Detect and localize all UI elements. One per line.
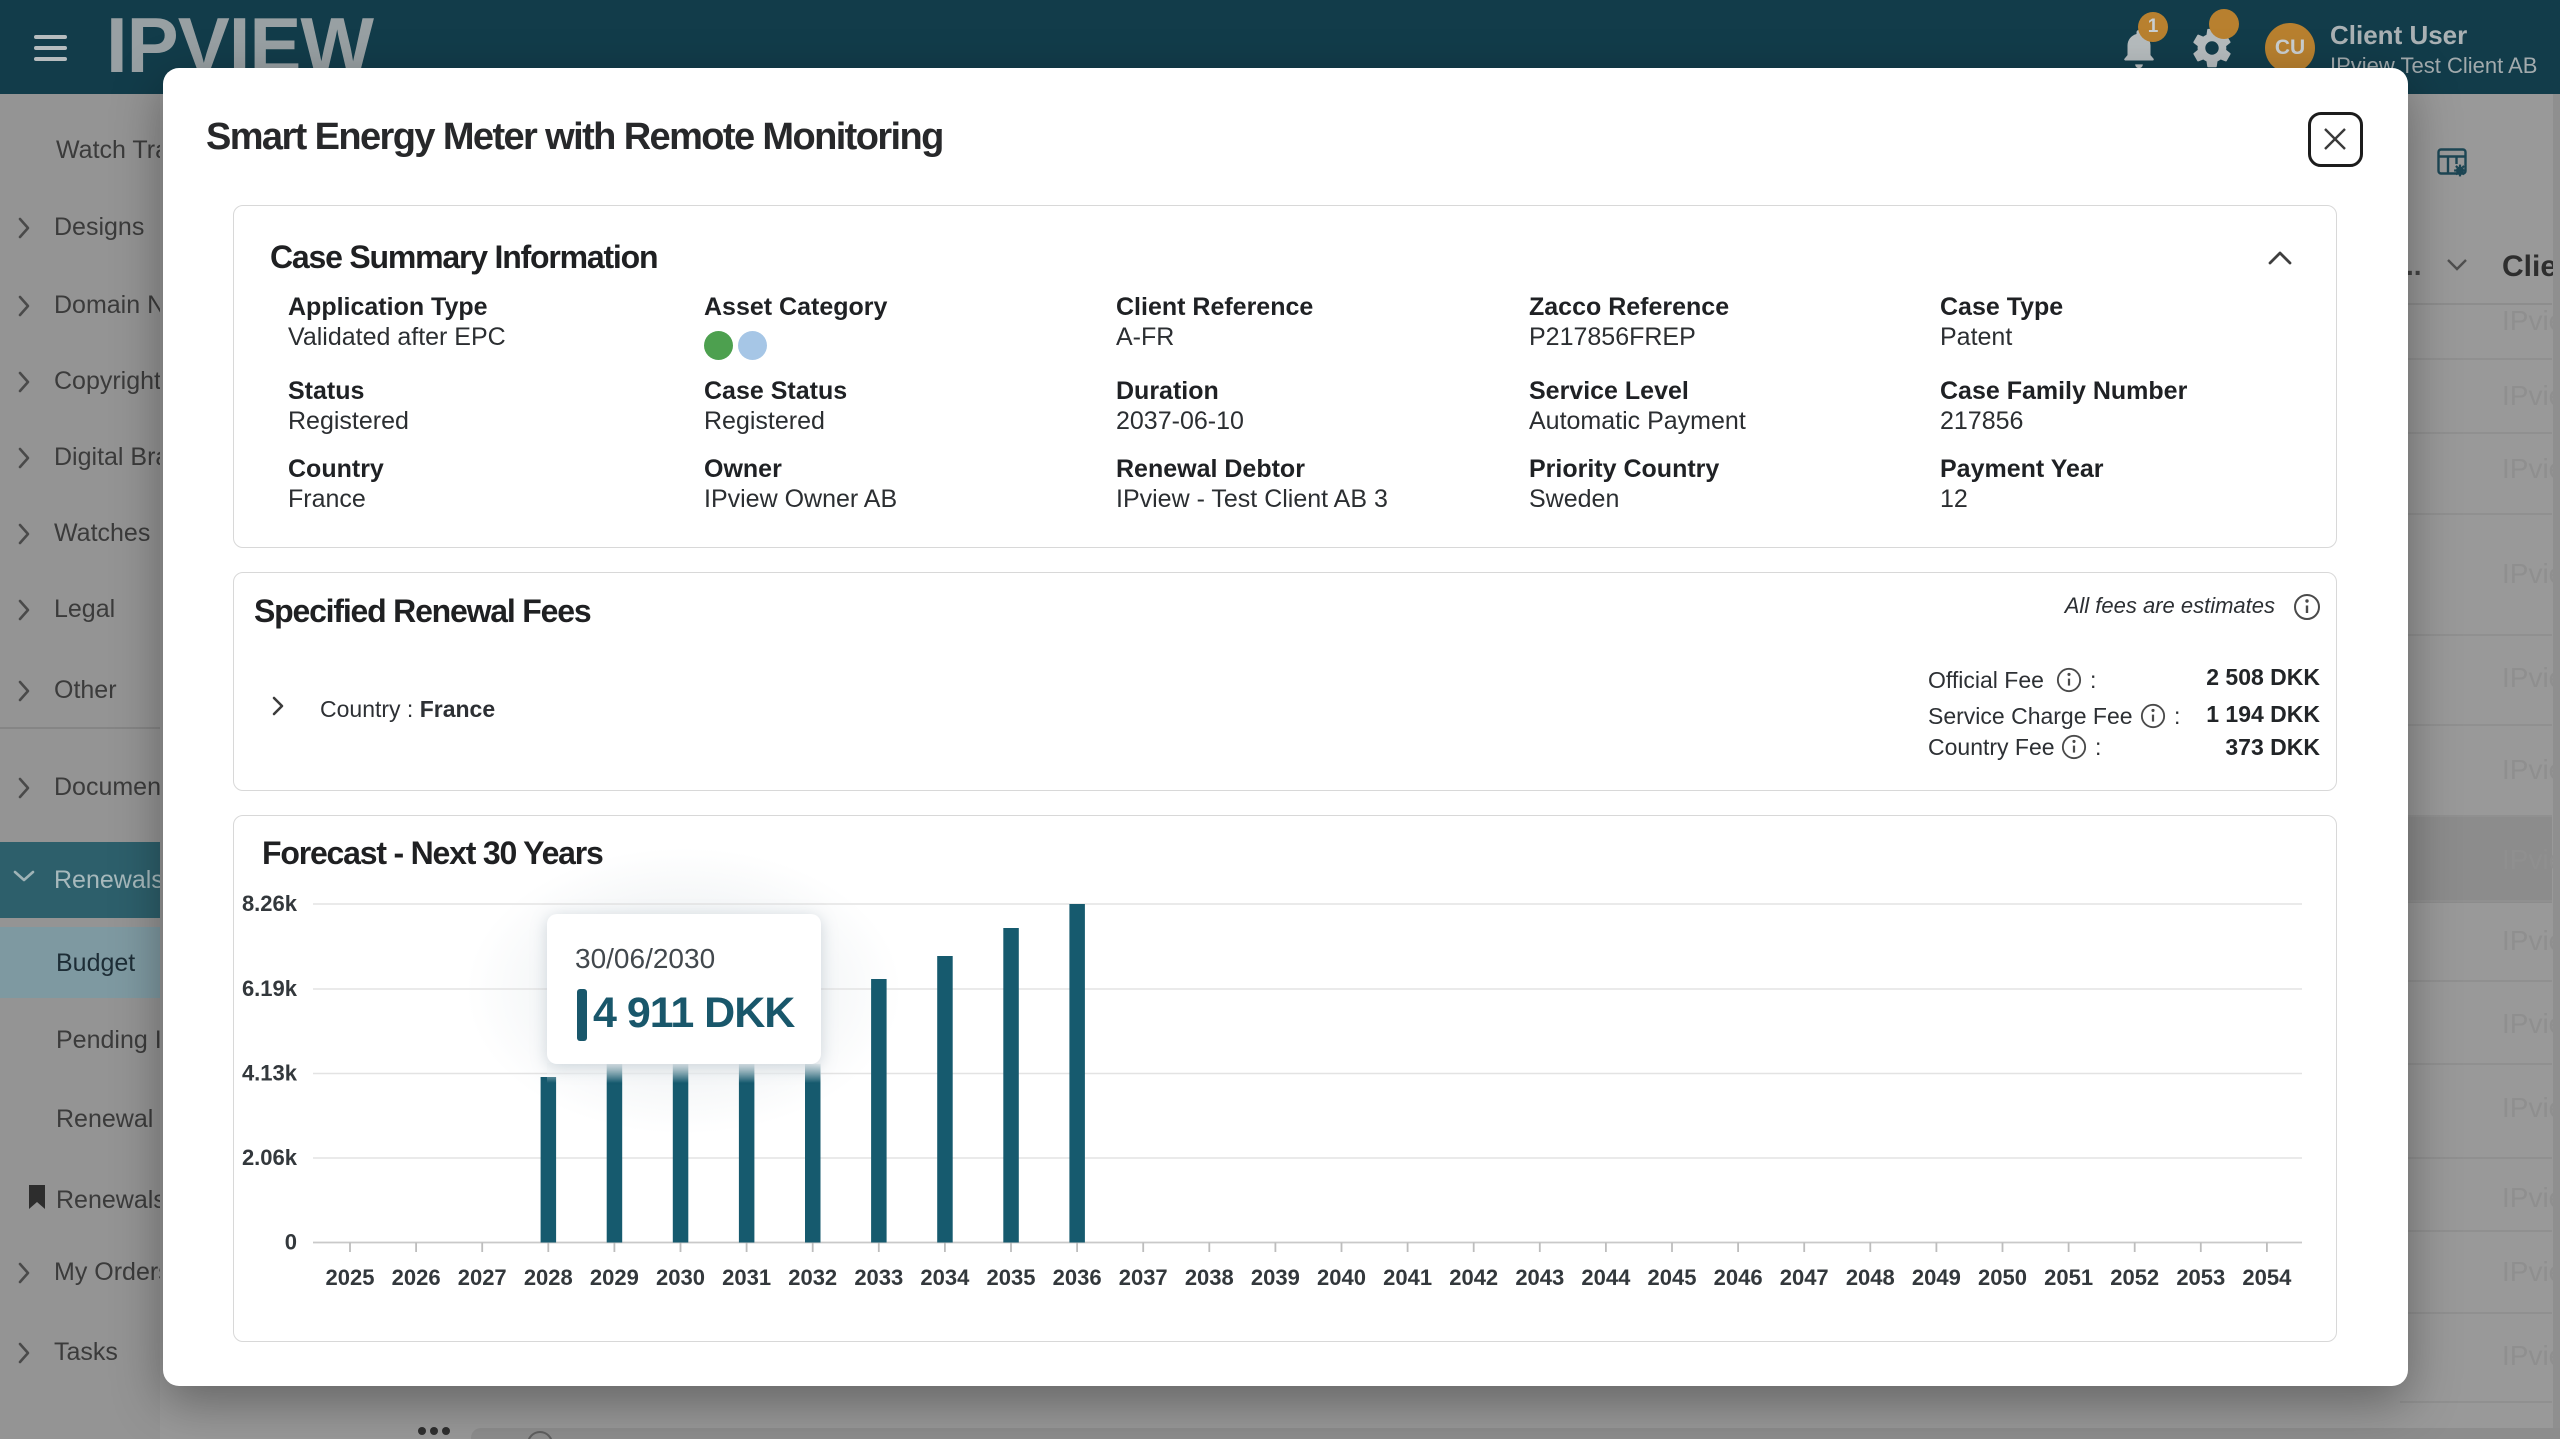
svg-text:4.13k: 4.13k bbox=[242, 1061, 298, 1086]
svg-text:2045: 2045 bbox=[1648, 1265, 1697, 1290]
svg-text:2025: 2025 bbox=[326, 1265, 375, 1290]
svg-text:0: 0 bbox=[285, 1230, 297, 1255]
svg-text:6.19k: 6.19k bbox=[242, 976, 298, 1001]
svg-text:2041: 2041 bbox=[1383, 1265, 1432, 1290]
svg-text:2053: 2053 bbox=[2176, 1265, 2225, 1290]
svg-text:2.06k: 2.06k bbox=[242, 1145, 298, 1170]
svg-text:2026: 2026 bbox=[392, 1265, 441, 1290]
svg-text:2054: 2054 bbox=[2242, 1265, 2292, 1290]
svg-text:2037: 2037 bbox=[1119, 1265, 1168, 1290]
svg-text:2040: 2040 bbox=[1317, 1265, 1366, 1290]
svg-text:2032: 2032 bbox=[788, 1265, 837, 1290]
svg-text:2038: 2038 bbox=[1185, 1265, 1234, 1290]
svg-text:8.26k: 8.26k bbox=[242, 891, 298, 916]
svg-text:2044: 2044 bbox=[1581, 1265, 1631, 1290]
svg-text:2042: 2042 bbox=[1449, 1265, 1498, 1290]
svg-text:2036: 2036 bbox=[1053, 1265, 1102, 1290]
svg-text:2050: 2050 bbox=[1978, 1265, 2027, 1290]
svg-text:2049: 2049 bbox=[1912, 1265, 1961, 1290]
svg-text:2051: 2051 bbox=[2044, 1265, 2093, 1290]
svg-text:2047: 2047 bbox=[1780, 1265, 1829, 1290]
svg-text:2033: 2033 bbox=[854, 1265, 903, 1290]
svg-text:2043: 2043 bbox=[1515, 1265, 1564, 1290]
svg-text:2048: 2048 bbox=[1846, 1265, 1895, 1290]
svg-text:2029: 2029 bbox=[590, 1265, 639, 1290]
svg-text:2039: 2039 bbox=[1251, 1265, 1300, 1290]
svg-text:2028: 2028 bbox=[524, 1265, 573, 1290]
svg-text:2034: 2034 bbox=[920, 1265, 970, 1290]
svg-text:2030: 2030 bbox=[656, 1265, 705, 1290]
svg-text:2052: 2052 bbox=[2110, 1265, 2159, 1290]
svg-text:2035: 2035 bbox=[987, 1265, 1036, 1290]
svg-text:2031: 2031 bbox=[722, 1265, 771, 1290]
svg-text:2046: 2046 bbox=[1714, 1265, 1763, 1290]
svg-text:2027: 2027 bbox=[458, 1265, 507, 1290]
